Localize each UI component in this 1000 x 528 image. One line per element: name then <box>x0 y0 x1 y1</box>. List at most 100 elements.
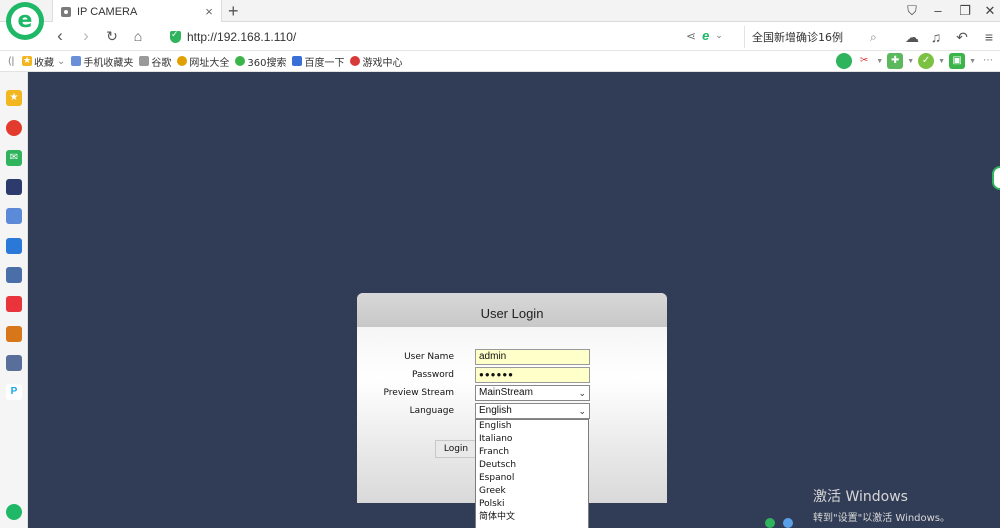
bookmark-item[interactable]: 游戏中心 <box>350 54 402 69</box>
password-input[interactable]: ●●●●●● <box>475 367 590 383</box>
phone-icon <box>71 56 82 66</box>
sidebar-settings-icon[interactable] <box>6 504 22 520</box>
close-tab-icon[interactable]: × <box>201 4 217 19</box>
download-extension-icon[interactable]: ✚ <box>887 53 904 69</box>
home-icon[interactable]: ⌂ <box>128 26 148 46</box>
search-box[interactable]: ⌕ <box>744 26 890 48</box>
tab-strip: IP CAMERA × + ⛉ – ❐ ✕ <box>0 0 1000 23</box>
chevron-down-icon: ⌄ <box>578 388 586 398</box>
mail-icon[interactable]: ✉ <box>6 150 22 166</box>
language-option-franch[interactable]: Franch <box>476 446 588 459</box>
camera-icon <box>61 6 71 17</box>
more-icon[interactable]: ⋯ <box>980 53 996 69</box>
bookmark-item[interactable]: 360搜索 <box>235 54 286 69</box>
notes-icon[interactable] <box>6 208 22 224</box>
watermark-line2: 转到"设置"以激活 Windows。 <box>813 513 951 524</box>
preview-stream-value: MainStream <box>479 387 533 398</box>
p-app-icon[interactable]: P <box>6 384 22 400</box>
language-option-italiano[interactable]: Italiano <box>476 433 588 446</box>
chevron-down-icon[interactable]: ▼ <box>969 58 976 65</box>
language-label: Language <box>409 406 454 416</box>
favorites-icon[interactable]: ★ <box>6 90 22 106</box>
chevron-down-icon[interactable]: ⌄ <box>57 56 65 67</box>
chevron-down-icon[interactable]: ▼ <box>876 58 883 65</box>
gamepad-icon[interactable]: ▣ <box>949 53 966 69</box>
search-icon[interactable]: ⌕ <box>870 30 877 45</box>
forward-icon[interactable]: › <box>76 26 96 46</box>
watermark-line1: 激活 Windows <box>813 489 908 505</box>
headphones-icon[interactable]: ♫ <box>927 28 945 46</box>
new-tab-button[interactable]: + <box>228 1 239 21</box>
message-icon[interactable] <box>6 238 22 254</box>
address-bar-tools: ⋖ e ⌄ <box>686 28 723 43</box>
left-sidebar: ★ ✉ P <box>0 72 28 528</box>
page-icon <box>139 56 150 66</box>
globe-icon <box>177 56 188 66</box>
url-input[interactable] <box>187 30 387 44</box>
maximize-button[interactable]: ❐ <box>955 2 975 20</box>
star-icon: ★ <box>22 56 32 66</box>
undo-icon[interactable]: ↶ <box>953 28 971 46</box>
language-option-espanol[interactable]: Espanol <box>476 472 588 485</box>
scissors-icon[interactable]: ✂ <box>856 53 873 69</box>
secure-shield-icon <box>170 29 181 43</box>
tray-status-icon[interactable] <box>783 518 793 528</box>
preview-stream-label: Preview Stream <box>383 388 454 398</box>
skin-icon[interactable]: ⛉ <box>902 2 922 20</box>
paw-icon <box>292 56 303 66</box>
language-option-deutsch[interactable]: Deutsch <box>476 459 588 472</box>
extension-icons: ✂ ▼ ✚ ▼ ✓ ▼ ▣ ▼ ⋯ <box>836 53 996 69</box>
collapse-sidebar-icon[interactable]: ⟨| <box>0 56 22 67</box>
tab-ip-camera[interactable]: IP CAMERA × <box>52 0 222 23</box>
close-window-button[interactable]: ✕ <box>980 2 1000 20</box>
page-content: User Login User Name admin Password ●●●●… <box>28 72 1000 528</box>
minimize-button[interactable]: – <box>928 2 948 20</box>
bookmark-item[interactable]: 百度一下 <box>292 54 344 69</box>
game-app-icon[interactable] <box>6 355 22 371</box>
username-label: User Name <box>404 352 454 362</box>
app-icon[interactable] <box>6 267 22 283</box>
compat-mode-icon[interactable]: e <box>702 28 709 43</box>
game-app-icon[interactable] <box>6 326 22 342</box>
bookmarks-bar: ⟨| ★ 收藏 ⌄ 手机收藏夹 谷歌 网址大全 360搜索 百度一下 游戏中心 ✂ ▼… <box>0 51 1000 72</box>
password-label: Password <box>411 370 454 380</box>
chevron-down-icon[interactable]: ⌄ <box>715 30 723 41</box>
tray-status-icon[interactable] <box>765 518 775 528</box>
windows-activation-watermark: 激活 Windows 转到"设置"以激活 Windows。 <box>813 486 950 524</box>
preview-stream-select[interactable]: MainStream ⌄ <box>475 385 590 401</box>
login-title: User Login <box>357 293 667 327</box>
cloud-icon[interactable]: ☁ <box>903 28 921 46</box>
language-value: English <box>479 405 512 416</box>
shopping-icon[interactable] <box>6 296 22 312</box>
bookmark-item[interactable]: 谷歌 <box>139 54 171 69</box>
reload-icon[interactable]: ↻ <box>102 26 122 46</box>
bookmark-item[interactable]: ★ 收藏 ⌄ <box>22 54 65 69</box>
address-bar[interactable] <box>170 26 738 48</box>
back-icon[interactable]: ‹ <box>50 26 70 46</box>
language-option-chinese[interactable]: 简体中文 <box>476 511 588 524</box>
language-dropdown-list: English Italiano Franch Deutsch Espanol … <box>475 419 589 528</box>
share-icon[interactable]: ⋖ <box>686 29 696 43</box>
login-button[interactable]: Login <box>435 440 477 458</box>
floating-helper-icon[interactable] <box>992 166 1000 190</box>
chevron-down-icon[interactable]: ▼ <box>938 58 945 65</box>
chevron-down-icon: ⌄ <box>578 406 586 416</box>
chat-extension-icon[interactable] <box>836 53 853 69</box>
language-select[interactable]: English ⌄ <box>475 403 590 419</box>
weibo-icon[interactable] <box>6 120 22 136</box>
e-logo-icon: e <box>11 7 39 35</box>
menu-icon[interactable]: ≡ <box>980 28 998 46</box>
shield-extension-icon[interactable]: ✓ <box>918 53 935 69</box>
bookmark-item[interactable]: 网址大全 <box>177 54 229 69</box>
browser-logo[interactable]: e <box>6 2 44 40</box>
chevron-down-icon[interactable]: ▼ <box>907 58 914 65</box>
news-icon[interactable] <box>6 179 22 195</box>
search-input[interactable] <box>752 30 870 44</box>
language-option-greek[interactable]: Greek <box>476 485 588 498</box>
username-input[interactable]: admin <box>475 349 590 365</box>
bookmark-item[interactable]: 手机收藏夹 <box>71 54 133 69</box>
language-option-polski[interactable]: Polski <box>476 498 588 511</box>
search-360-icon <box>235 56 246 66</box>
language-option-english[interactable]: English <box>476 420 588 433</box>
navigation-bar: ‹ › ↻ ⌂ ⋖ e ⌄ ⌕ ☁ ♫ ↶ ≡ <box>0 22 1000 51</box>
